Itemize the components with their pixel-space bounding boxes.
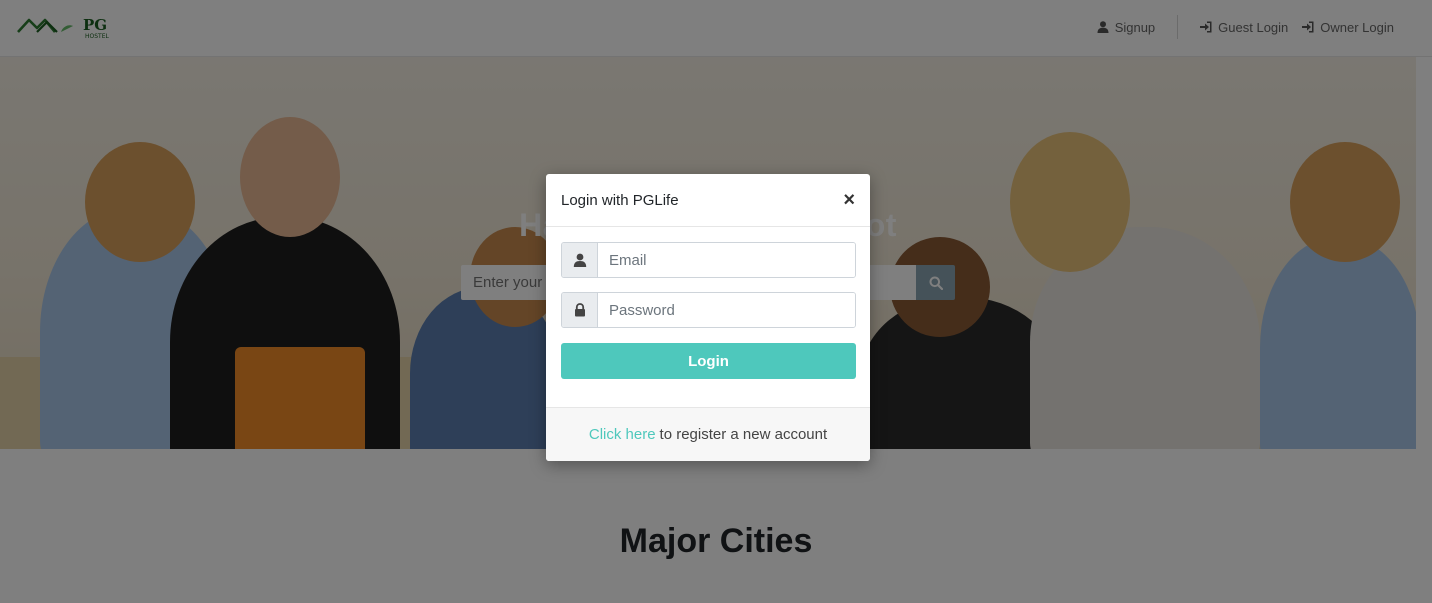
register-link[interactable]: Click here	[589, 426, 656, 443]
user-icon	[573, 253, 586, 267]
close-icon[interactable]: ×	[843, 190, 855, 210]
password-addon	[562, 293, 598, 327]
modal-body: Login	[546, 227, 870, 379]
modal-title: Login with PGLife	[561, 191, 679, 209]
email-input-group	[561, 242, 856, 278]
modal-header: Login with PGLife ×	[546, 174, 870, 227]
login-button[interactable]: Login	[561, 343, 856, 379]
register-text: to register a new account	[659, 426, 828, 443]
modal-footer: Click here to register a new account	[546, 407, 870, 461]
email-field[interactable]	[598, 243, 855, 277]
login-modal: Login with PGLife × Login Click here to …	[546, 174, 870, 461]
password-input-group	[561, 292, 856, 328]
email-addon	[562, 243, 598, 277]
lock-icon	[574, 303, 585, 317]
password-field[interactable]	[598, 293, 855, 327]
